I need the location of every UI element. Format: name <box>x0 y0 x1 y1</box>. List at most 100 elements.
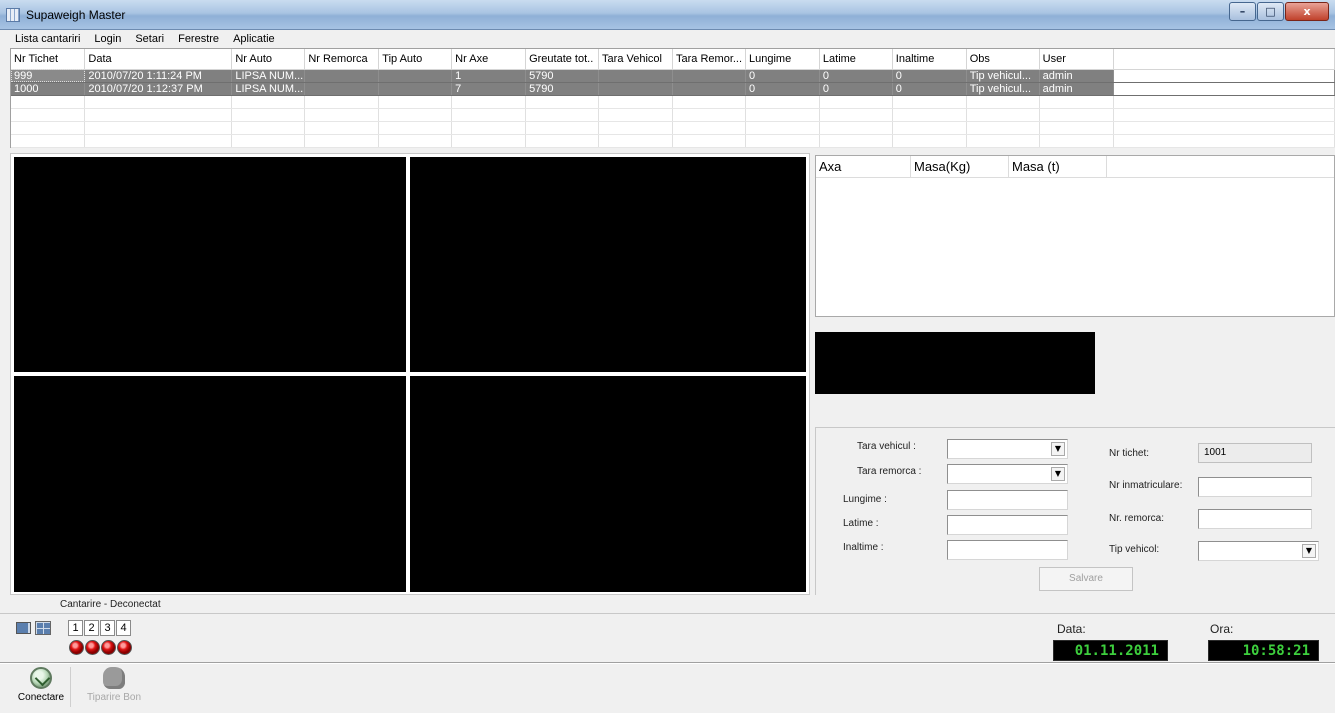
close-button[interactable]: x <box>1285 2 1329 21</box>
camera-4-button[interactable]: 4 <box>116 620 131 636</box>
cell[interactable]: 7 <box>451 82 527 96</box>
quad-view-icon[interactable] <box>35 621 51 635</box>
chevron-down-icon[interactable]: ▼ <box>1051 442 1065 456</box>
save-button[interactable]: Salvare <box>1039 567 1133 591</box>
cell[interactable]: 1 <box>451 69 527 83</box>
column-header[interactable]: Masa(Kg) <box>911 156 1009 177</box>
menu-lista-cantariri[interactable]: Lista cantariri <box>0 33 80 45</box>
cell[interactable] <box>672 82 746 96</box>
cell[interactable]: 2010/07/20 1:11:24 PM <box>84 69 233 83</box>
lungime-field[interactable] <box>947 490 1068 510</box>
camera-3-button[interactable]: 3 <box>100 620 115 636</box>
weight-display <box>815 332 1095 394</box>
nr-inmatriculare-field[interactable] <box>1198 477 1312 497</box>
tara-remorca-combo[interactable]: ▼ <box>947 464 1068 484</box>
menu-ferestre[interactable]: Ferestre <box>164 33 219 45</box>
table-row[interactable]: 1000 2010/07/20 1:12:37 PM LIPSA NUM... … <box>11 82 1335 96</box>
table-row-empty <box>11 121 1335 135</box>
column-header[interactable]: Nr Axe <box>451 49 527 70</box>
connect-button[interactable]: Conectare <box>14 667 68 703</box>
camera-view-3[interactable] <box>14 376 406 592</box>
column-header-filler <box>1113 49 1335 70</box>
menu-aplicatie[interactable]: Aplicatie <box>219 33 275 45</box>
cell[interactable]: 0 <box>745 82 820 96</box>
column-header[interactable]: Tara Vehicol <box>598 49 674 70</box>
cell[interactable] <box>598 82 674 96</box>
column-header[interactable]: Latime <box>819 49 893 70</box>
cell[interactable]: 1000 <box>11 82 86 96</box>
vehicle-form: Tara vehicul : ▼ Tara remorca : ▼ Lungim… <box>815 427 1335 595</box>
cell[interactable]: LIPSA NUM... <box>231 69 306 83</box>
column-header[interactable]: Nr Tichet <box>11 49 86 70</box>
column-header[interactable]: User <box>1039 49 1114 70</box>
cell[interactable] <box>378 82 453 96</box>
app-icon <box>6 8 20 22</box>
column-header[interactable]: Lungime <box>745 49 820 70</box>
cell[interactable]: admin <box>1039 82 1114 96</box>
camera-1-button[interactable]: 1 <box>68 620 83 636</box>
single-view-icon[interactable] <box>16 622 31 634</box>
lungime-label: Lungime : <box>843 494 887 505</box>
divider <box>0 613 1335 614</box>
toolbar-divider <box>0 662 1335 664</box>
nr-tichet-field: 1001 <box>1198 443 1312 463</box>
chevron-down-icon[interactable]: ▼ <box>1051 467 1065 481</box>
camera-view-1[interactable] <box>14 157 406 372</box>
cell[interactable]: 0 <box>819 69 893 83</box>
chevron-down-icon[interactable]: ▼ <box>1302 544 1316 558</box>
cell[interactable]: 5790 <box>525 69 600 83</box>
inaltime-label: Inaltime : <box>843 542 884 553</box>
time-display: 10:58:21 <box>1208 640 1319 661</box>
inaltime-field[interactable] <box>947 540 1068 560</box>
cell[interactable]: 0 <box>819 82 893 96</box>
column-header[interactable]: Tip Auto <box>378 49 453 70</box>
cell[interactable] <box>304 82 380 96</box>
camera-1-status-led-icon <box>69 640 84 655</box>
title-bar[interactable]: Supaweigh Master – □ x <box>0 0 1335 30</box>
cell[interactable]: LIPSA NUM... <box>231 82 306 96</box>
window-controls: – □ x <box>1228 2 1329 22</box>
cell[interactable]: 0 <box>745 69 820 83</box>
tara-vehicul-combo[interactable]: ▼ <box>947 439 1068 459</box>
cell-filler <box>1113 69 1335 83</box>
column-header[interactable]: Masa (t) <box>1009 156 1107 177</box>
latime-field[interactable] <box>947 515 1068 535</box>
column-header[interactable]: Obs <box>966 49 1040 70</box>
column-header[interactable]: Greutate tot.. <box>525 49 600 70</box>
table-row-empty <box>11 95 1335 109</box>
axle-list[interactable]: Axa Masa(Kg) Masa (t) <box>815 155 1335 317</box>
cell[interactable]: 0 <box>892 69 967 83</box>
table-row[interactable]: 999 2010/07/20 1:11:24 PM LIPSA NUM... 1… <box>11 69 1335 83</box>
cell[interactable]: 5790 <box>525 82 600 96</box>
cell[interactable]: admin <box>1039 69 1114 83</box>
cell[interactable]: 0 <box>892 82 967 96</box>
camera-view-2[interactable] <box>410 157 806 372</box>
cell-filler <box>1113 82 1335 96</box>
menu-setari[interactable]: Setari <box>121 33 164 45</box>
cell[interactable]: 2010/07/20 1:12:37 PM <box>84 82 233 96</box>
cell[interactable]: Tip vehicul... <box>966 69 1040 83</box>
cell[interactable]: 999 <box>11 69 86 83</box>
cell[interactable] <box>378 69 453 83</box>
column-header[interactable]: Tara Remor... <box>672 49 746 70</box>
cell[interactable] <box>598 69 674 83</box>
camera-view-4[interactable] <box>410 376 806 592</box>
nr-remorca-field[interactable] <box>1198 509 1312 529</box>
connect-label: Conectare <box>17 692 65 703</box>
column-header[interactable]: Inaltime <box>892 49 967 70</box>
cell[interactable]: Tip vehicul... <box>966 82 1040 96</box>
tip-vehicul-label: Tip vehicol: <box>1109 544 1160 555</box>
column-header[interactable]: Axa <box>816 156 911 177</box>
cell[interactable] <box>304 69 380 83</box>
column-header[interactable]: Nr Auto <box>231 49 306 70</box>
column-header[interactable]: Nr Remorca <box>304 49 380 70</box>
print-ticket-button[interactable]: Tiparire Bon <box>76 667 152 703</box>
camera-2-button[interactable]: 2 <box>84 620 99 636</box>
minimize-button[interactable]: – <box>1229 2 1256 21</box>
cell[interactable] <box>672 69 746 83</box>
menu-login[interactable]: Login <box>80 33 121 45</box>
column-header[interactable]: Data <box>84 49 233 70</box>
tip-vehicul-combo[interactable]: ▼ <box>1198 541 1319 561</box>
weighings-table[interactable]: Nr Tichet Data Nr Auto Nr Remorca Tip Au… <box>10 48 1335 148</box>
maximize-button[interactable]: □ <box>1257 2 1284 21</box>
